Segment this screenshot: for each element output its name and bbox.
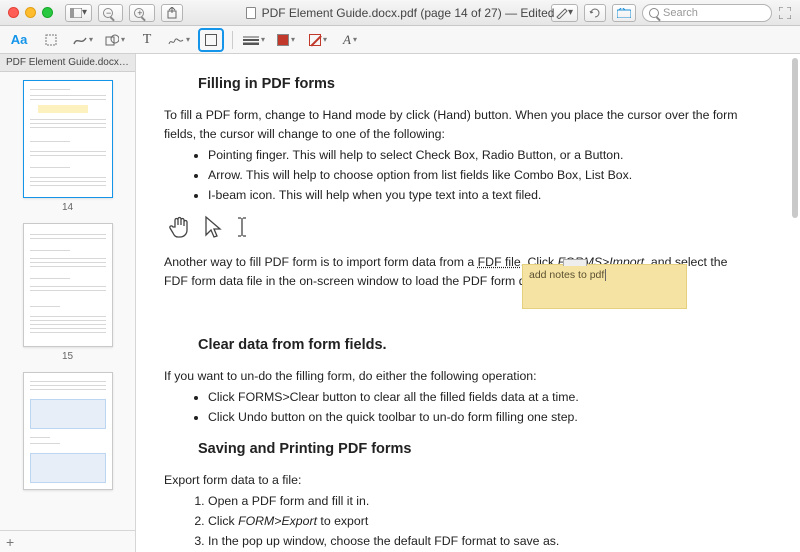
- thumbnails-sidebar: PDF Element Guide.docx.pdf 14 15: [0, 54, 136, 552]
- page-thumbnail-14[interactable]: [23, 80, 113, 198]
- annotate-button[interactable]: ▾: [551, 4, 578, 22]
- body-paragraph: If you want to un-do the filling form, d…: [164, 367, 748, 386]
- font-style-button[interactable]: A▾: [339, 30, 361, 50]
- shapes-tool-button[interactable]: ▾: [104, 30, 126, 50]
- add-page-button[interactable]: +: [0, 530, 135, 552]
- zoom-window-button[interactable]: [42, 7, 53, 18]
- bullet-list: Pointing finger. This will help to selec…: [164, 146, 748, 205]
- list-item: Pointing finger. This will help to selec…: [208, 146, 748, 165]
- rotate-button[interactable]: [584, 4, 606, 22]
- color-swatch-icon: [277, 34, 289, 46]
- vertical-scrollbar[interactable]: [792, 58, 798, 536]
- list-item: Arrow. This will help to choose option f…: [208, 166, 748, 185]
- sidebar-document-tab[interactable]: PDF Element Guide.docx.pdf: [0, 54, 135, 72]
- list-item: In the pop up window, choose the default…: [208, 532, 748, 551]
- section-heading: Saving and Printing PDF forms: [198, 441, 748, 457]
- sticky-note-text: add notes to pdf: [529, 269, 604, 281]
- list-item: Open a PDF form and fill it in.: [208, 492, 748, 511]
- window-titlebar: ▾ − + PDF Element Guide.docx.pdf (page 1…: [0, 0, 800, 26]
- body-paragraph: Export form data to a file:: [164, 471, 748, 490]
- list-item: Click FORM>Export to export: [208, 512, 748, 531]
- minimize-window-button[interactable]: [25, 7, 36, 18]
- cursor-figure: [168, 215, 748, 239]
- sketch-tool-button[interactable]: ▾: [72, 30, 94, 50]
- document-viewport[interactable]: Filling in PDF forms To fill a PDF form,…: [136, 54, 800, 552]
- fill-color-button[interactable]: ▾: [307, 30, 329, 50]
- sidebar-toggle-button[interactable]: ▾: [65, 4, 92, 22]
- no-fill-icon: [309, 34, 321, 46]
- search-field[interactable]: Search: [642, 4, 772, 22]
- thumbnail-list: 14 15 16: [0, 72, 135, 530]
- ordered-list: Open a PDF form and fill it in. Click FO…: [164, 492, 748, 551]
- scrollbar-thumb[interactable]: [792, 58, 798, 218]
- note-tool-button[interactable]: [200, 30, 222, 50]
- note-icon: [205, 34, 217, 46]
- border-color-button[interactable]: ▾: [275, 30, 297, 50]
- thumbnail-label: 15: [62, 351, 73, 362]
- section-heading: Filling in PDF forms: [198, 76, 748, 92]
- text-tool-button[interactable]: T: [136, 30, 158, 50]
- close-window-button[interactable]: [8, 7, 19, 18]
- line-style-button[interactable]: ▾: [243, 30, 265, 50]
- fullscreen-button[interactable]: [778, 6, 792, 20]
- highlight-tool-button[interactable]: Aa: [8, 30, 30, 50]
- page-thumbnail-16[interactable]: [23, 372, 113, 490]
- body-paragraph: To fill a PDF form, change to Hand mode …: [164, 106, 748, 144]
- arrow-cursor-icon: [204, 215, 222, 239]
- ibeam-cursor-icon: [236, 215, 248, 239]
- select-tool-button[interactable]: [40, 30, 62, 50]
- share-button[interactable]: [161, 4, 183, 22]
- bullet-list: Click FORMS>Clear button to clear all th…: [164, 388, 748, 427]
- markup-toolbar-button[interactable]: [612, 4, 636, 22]
- zoom-in-button[interactable]: +: [129, 4, 154, 22]
- thumbnail-label: 14: [62, 202, 73, 213]
- window-controls: [8, 7, 53, 18]
- document-icon: [246, 7, 256, 19]
- list-item: Click Undo button on the quick toolbar t…: [208, 408, 748, 427]
- hand-cursor-icon: [168, 215, 190, 239]
- markup-toolbar: Aa ▾ ▾ T ▾ ▾ ▾ ▾ A▾: [0, 26, 800, 54]
- list-item: I-beam icon. This will help when you typ…: [208, 186, 748, 205]
- search-icon: [649, 8, 659, 18]
- page-thumbnail-15[interactable]: [23, 223, 113, 347]
- zoom-out-button[interactable]: −: [98, 4, 123, 22]
- section-heading: Clear data from form fields.: [198, 337, 748, 353]
- sticky-note-annotation[interactable]: add notes to pdf: [522, 264, 687, 309]
- list-item: Click FORMS>Clear button to clear all th…: [208, 388, 748, 407]
- sign-tool-button[interactable]: ▾: [168, 30, 190, 50]
